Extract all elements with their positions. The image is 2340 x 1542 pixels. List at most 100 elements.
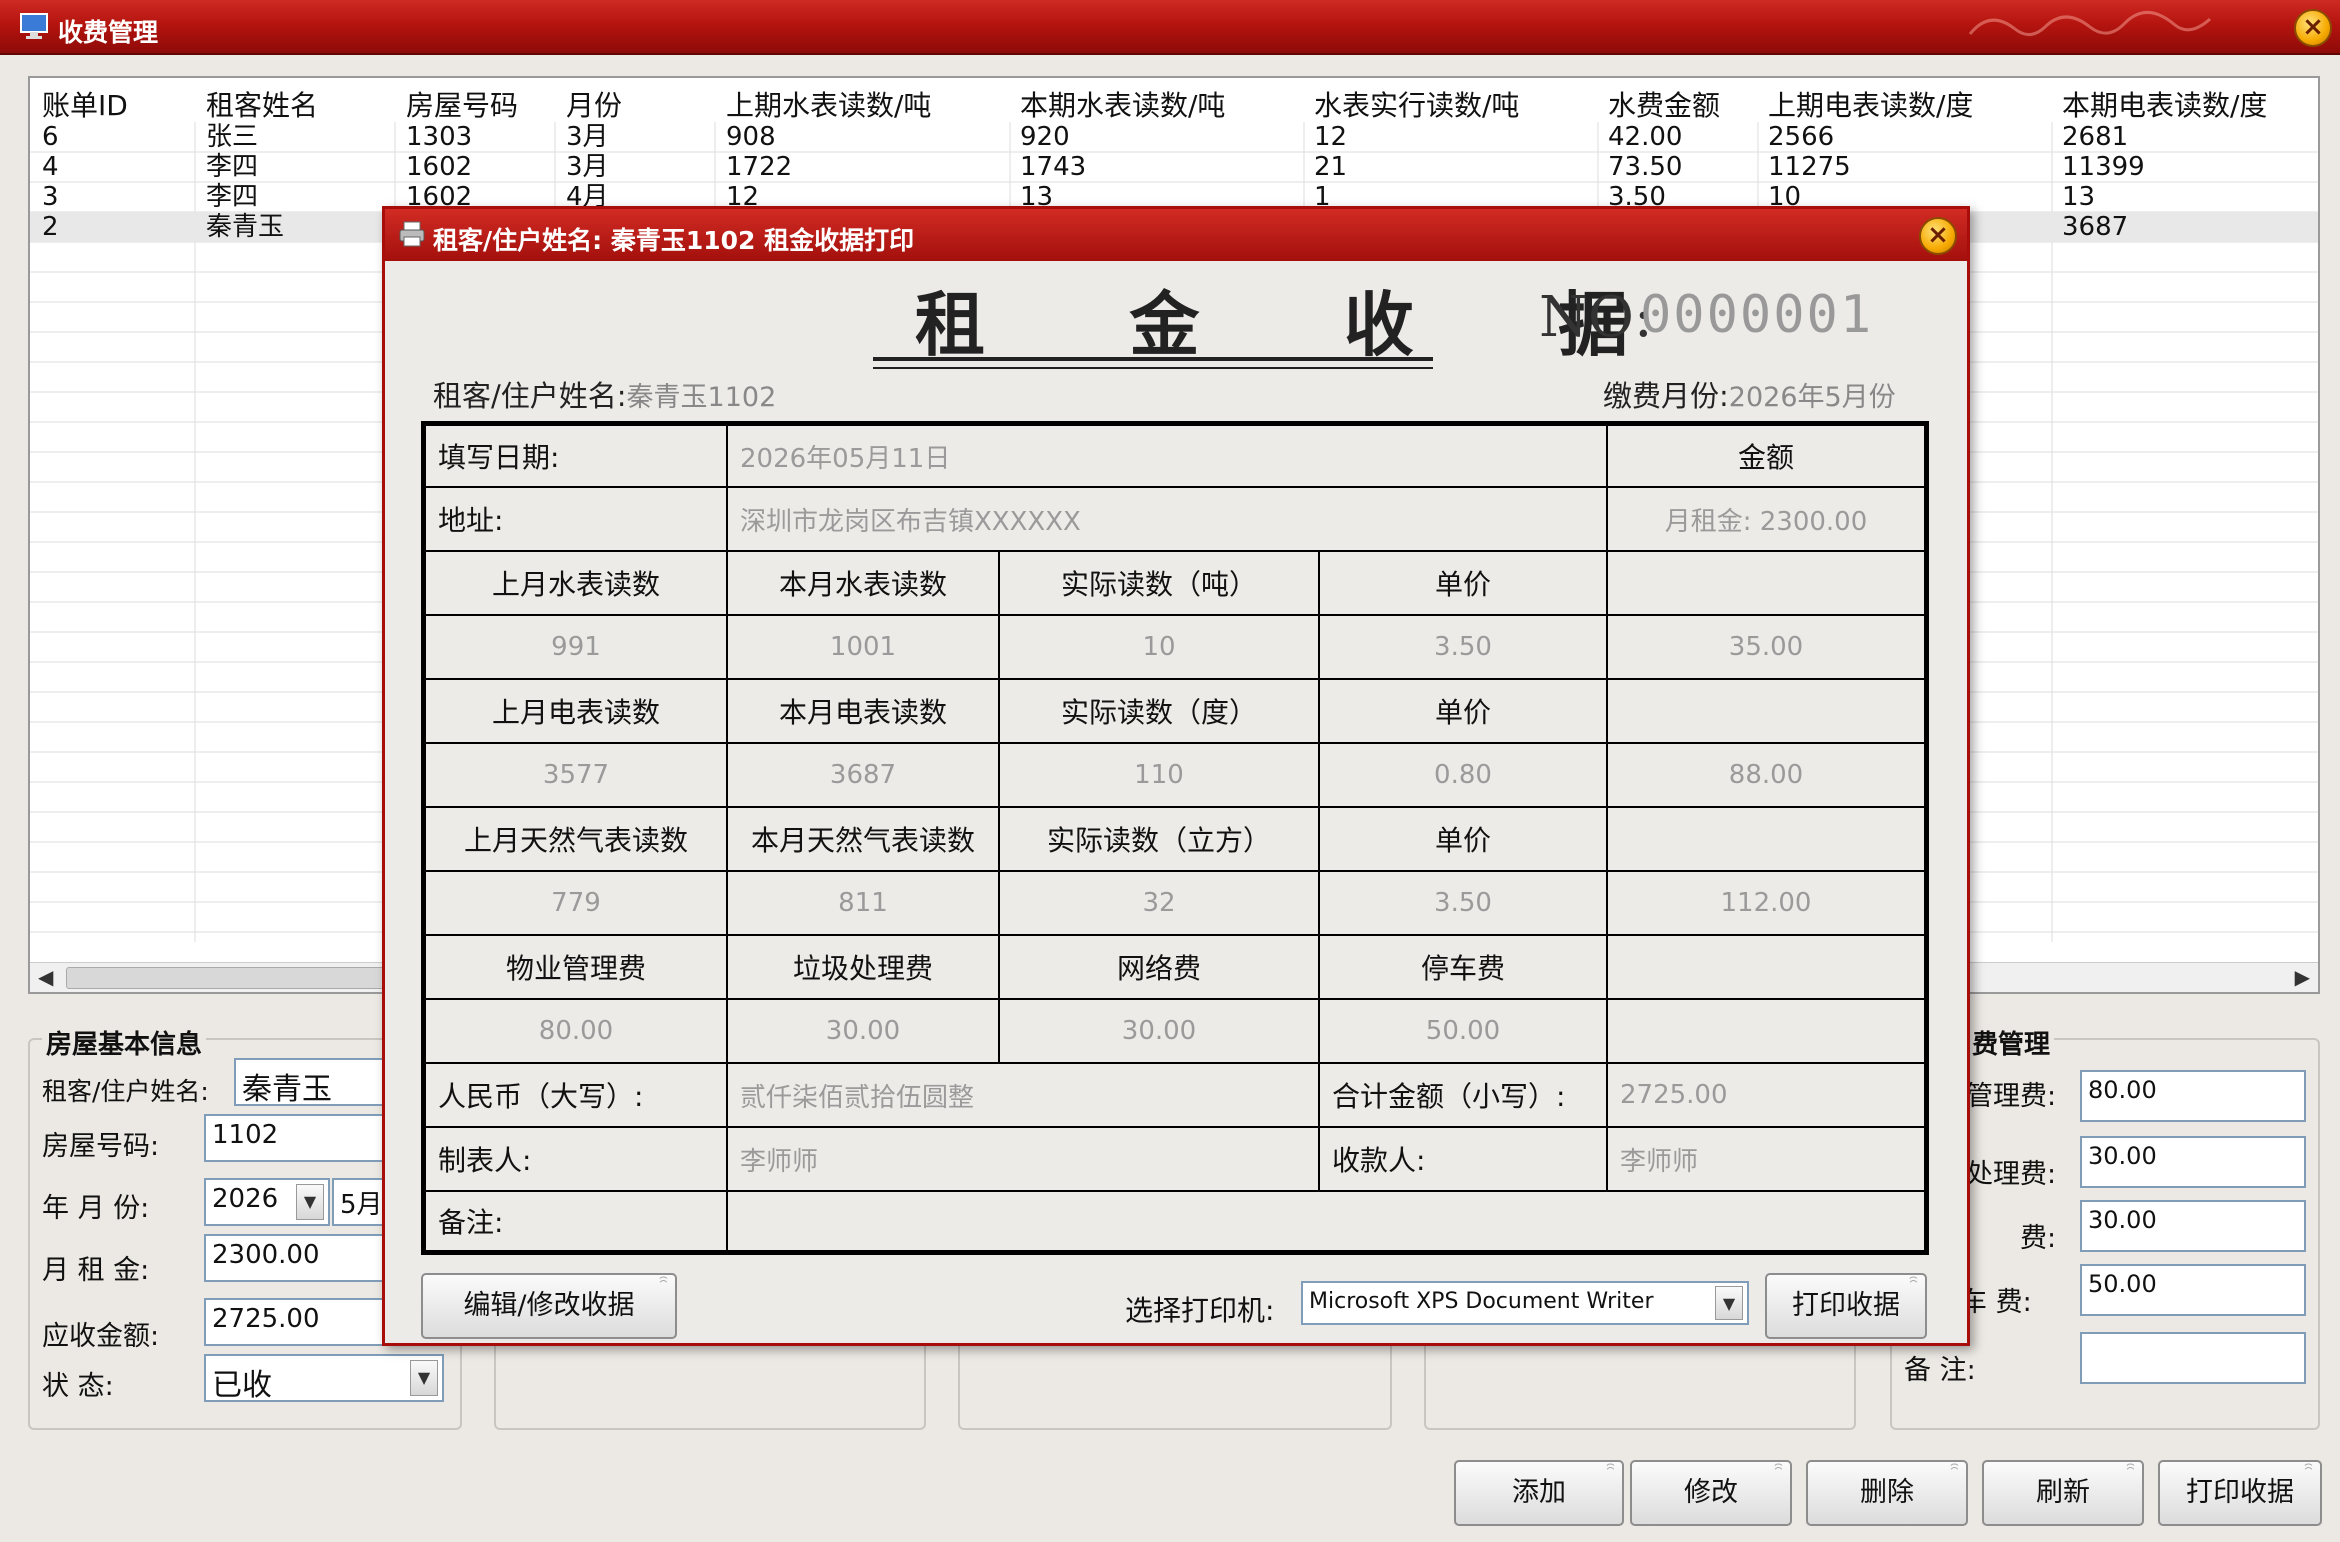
edit-button[interactable]: 修改ꩰ [1630, 1460, 1792, 1526]
tenant-input[interactable]: 秦青玉 [234, 1058, 394, 1106]
elec-price-label: 单价 [1318, 678, 1608, 744]
due-input[interactable]: 2725.00 [204, 1298, 394, 1346]
col-water-fee[interactable]: 水费金额 [1608, 84, 1720, 124]
chevron-down-icon[interactable]: ▼ [1715, 1286, 1743, 1320]
printer-select[interactable]: Microsoft XPS Document Writer ▼ [1301, 1281, 1749, 1325]
gas-cur: 811 [726, 870, 1000, 936]
water-amount: 35.00 [1606, 614, 1926, 680]
gas-blank [1606, 806, 1926, 872]
print-receipt-button[interactable]: 打印收据ꩰ [2158, 1460, 2322, 1526]
elec-price: 0.80 [1318, 742, 1608, 808]
cell-cur-elec: 2681 [2062, 122, 2129, 152]
cell-prev-elec: 11275 [1768, 152, 1851, 182]
printer-value: Microsoft XPS Document Writer [1309, 1289, 1654, 1314]
scroll-right-icon[interactable]: ▶ [2295, 965, 2310, 989]
maker-label: 制表人: [424, 1126, 728, 1192]
rent-input[interactable]: 2300.00 [204, 1234, 394, 1282]
cell-prev-water: 1722 [726, 152, 793, 182]
col-actual-water[interactable]: 水表实行读数/吨 [1314, 84, 1519, 124]
cell-prev-water: 908 [726, 122, 776, 152]
cell-tenant-name: 李四 [206, 182, 259, 212]
cell-tenant-name: 张三 [206, 122, 259, 152]
parking-fee-input[interactable]: 50.00 [2080, 1264, 2306, 1316]
fee-management-title: 费管理 [1968, 1024, 2055, 1061]
receipt-print-dialog: 租客/住户姓名: 秦青玉1102 租金收据打印 × 租 金 收 据 NO: 00… [382, 206, 1970, 1346]
cell-cur-water: 920 [1020, 122, 1070, 152]
col-bill-id[interactable]: 账单ID [42, 84, 128, 124]
delete-button[interactable]: 删除ꩰ [1806, 1460, 1968, 1526]
cell-water-fee: 73.50 [1608, 152, 1683, 182]
gas-cur-label: 本月天然气表读数 [726, 806, 1000, 872]
chevron-down-icon[interactable]: ▼ [410, 1360, 438, 1396]
water-price-label: 单价 [1318, 550, 1608, 616]
print-button[interactable]: 打印收据ꩰ [1765, 1273, 1927, 1339]
delete-button-label: 删除 [1860, 1477, 1914, 1508]
elec-prev-label: 上月电表读数 [424, 678, 728, 744]
parking-fee-header: 停车费 [1318, 934, 1608, 1000]
scroll-left-icon[interactable]: ◀ [38, 965, 53, 989]
title-underline [873, 367, 1433, 369]
garbage-fee-header: 垃圾处理费 [726, 934, 1000, 1000]
water-actual-label: 实际读数（吨） [998, 550, 1320, 616]
month-info-label: 缴费月份: [1603, 379, 1729, 413]
add-button[interactable]: 添加ꩰ [1454, 1460, 1624, 1526]
remark-value [726, 1190, 1926, 1252]
mgmt-fee-input[interactable]: 80.00 [2080, 1070, 2306, 1122]
payee-label: 收款人: [1318, 1126, 1608, 1192]
parking-fee-label: 车 费: [1960, 1287, 2032, 1318]
cell-bill-id: 3 [42, 182, 59, 212]
cell-bill-id: 4 [42, 152, 59, 182]
year-select[interactable]: 2026 ▼ [204, 1178, 330, 1226]
elec-cur-label: 本月电表读数 [726, 678, 1000, 744]
printer-label: 选择打印机: [1125, 1294, 1275, 1327]
table-row[interactable]: 4 李四 1602 3月 1722 1743 21 73.50 11275 11… [30, 152, 2318, 182]
dialog-title: 租客/住户姓名: 秦青玉1102 租金收据打印 [433, 226, 915, 255]
chevron-down-icon[interactable]: ▼ [296, 1184, 324, 1220]
col-month[interactable]: 月份 [566, 84, 622, 124]
net-fee-input[interactable]: 30.00 [2080, 1200, 2306, 1252]
address-value: 深圳市龙岗区布吉镇XXXXXX [726, 486, 1608, 552]
mgmt-fee-value: 80.00 [424, 998, 728, 1064]
gas-amount: 112.00 [1606, 870, 1926, 936]
close-dialog-button[interactable]: × [1919, 217, 1957, 255]
garbage-fee-input[interactable]: 30.00 [2080, 1136, 2306, 1188]
fees-values-blank [1606, 998, 1926, 1064]
cell-actual-water: 12 [1314, 122, 1348, 152]
date-value: 2026年05月11日 [726, 424, 1608, 488]
fees-blank [1606, 934, 1926, 1000]
table-row[interactable]: 6 张三 1303 3月 908 920 12 42.00 2566 2681 [30, 122, 2318, 152]
col-tenant-name[interactable]: 租客姓名 [206, 84, 318, 124]
note-input[interactable] [2080, 1332, 2306, 1384]
year-value: 2026 [212, 1184, 279, 1214]
refresh-button[interactable]: 刷新ꩰ [1982, 1460, 2144, 1526]
close-window-button[interactable]: × [2294, 9, 2332, 47]
room-input[interactable]: 1102 [204, 1114, 394, 1162]
cell-bill-id: 6 [42, 122, 59, 152]
gas-prev-label: 上月天然气表读数 [424, 806, 728, 872]
gas-actual: 32 [998, 870, 1320, 936]
status-select[interactable]: 已收 ▼ [204, 1354, 444, 1402]
scroll-thumb[interactable] [66, 967, 426, 989]
gas-price-label: 单价 [1318, 806, 1608, 872]
elec-actual: 110 [998, 742, 1320, 808]
col-cur-water[interactable]: 本期水表读数/吨 [1020, 84, 1225, 124]
net-fee-label: 费: [2020, 1223, 2057, 1254]
cell-cur-elec: 3687 [2062, 212, 2129, 242]
month-label: 年 月 份: [42, 1193, 150, 1224]
edit-receipt-button[interactable]: 编辑/修改收据ꩰ [421, 1273, 677, 1339]
mgmt-fee-header: 物业管理费 [424, 934, 728, 1000]
col-prev-elec[interactable]: 上期电表读数/度 [1768, 84, 1973, 124]
net-fee-header: 网络费 [998, 934, 1320, 1000]
cell-actual-water: 21 [1314, 152, 1348, 182]
title-underline [873, 357, 1433, 361]
col-room-number[interactable]: 房屋号码 [406, 84, 518, 124]
cell-cur-water: 1743 [1020, 152, 1087, 182]
window-title: 收费管理 [58, 18, 159, 47]
col-prev-water[interactable]: 上期水表读数/吨 [726, 84, 931, 124]
water-prev: 991 [424, 614, 728, 680]
room-label: 房屋号码: [42, 1131, 160, 1162]
col-cur-elec[interactable]: 本期电表读数/度 [2062, 84, 2267, 124]
due-label: 应收金额: [42, 1321, 160, 1352]
rmb-value: 贰仟柒佰贰拾伍圆整 [726, 1062, 1320, 1128]
elec-cur: 3687 [726, 742, 1000, 808]
